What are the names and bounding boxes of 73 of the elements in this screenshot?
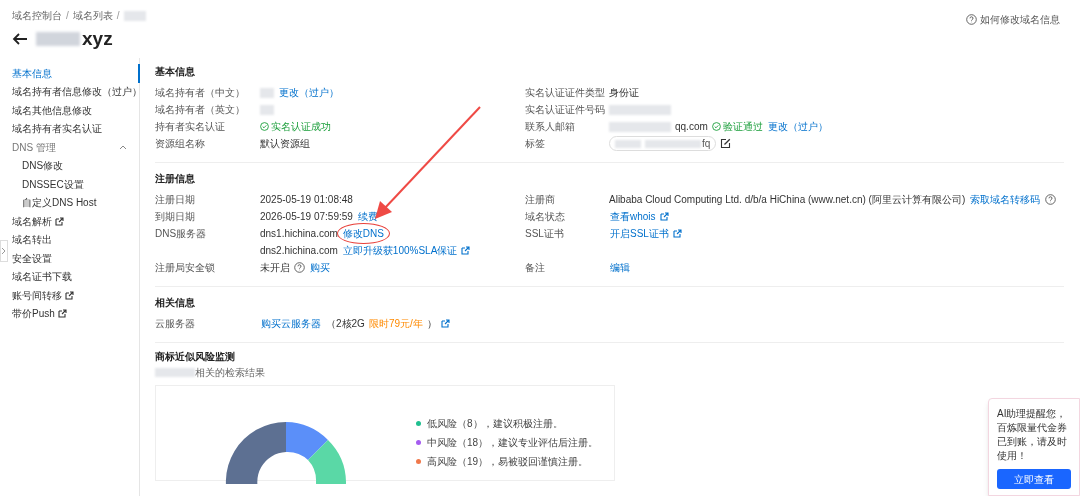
link[interactable]: 购买 [309, 260, 331, 275]
value-text: ） [426, 317, 437, 331]
field-label: 域名持有者（中文） [155, 86, 245, 100]
sidebar-item[interactable]: 基本信息 [12, 65, 52, 81]
field-label: DNS服务器 [155, 227, 207, 241]
notice-text: AI助理提醒您，百炼限量代金券已到账，请及时使用！ [997, 407, 1068, 463]
link[interactable]: 索取域名转移码 [969, 192, 1042, 207]
sidebar-item[interactable]: 域名其他信息修改 [12, 102, 92, 118]
value-text: （2核2G [326, 317, 365, 331]
sidebar-item[interactable]: DNSSEC设置 [22, 176, 84, 192]
breadcrumb-separator: / [116, 9, 120, 23]
value-text: dns1.hichina.com [260, 227, 338, 241]
link[interactable]: 续费 [356, 209, 379, 224]
value-text: Alibaba Cloud Computing Ltd. d/b/a HiChina (www.net.cn) (阿里云计算有限公司) [609, 193, 966, 207]
link[interactable]: 更改（过户） [278, 85, 340, 100]
link[interactable]: 立即升级获100%SLA保证 [341, 243, 459, 258]
sidebar-item[interactable]: 域名持有者实名认证 [12, 121, 102, 137]
field-label: 注册日期 [155, 193, 195, 207]
sidebar-item[interactable]: DNS 管理 [12, 139, 56, 155]
field-label: 实名认证证件号码 [525, 103, 605, 117]
legend-text: 高风险（19），易被驳回谨慎注册。 [427, 455, 589, 469]
view-now-button[interactable]: 立即查看 [997, 469, 1071, 489]
value-text: 未开启 [260, 261, 290, 275]
sidebar-item[interactable]: 域名解析 [12, 213, 52, 229]
field-label: 实名认证证件类型 [525, 86, 605, 100]
field-label: 域名持有者（英文） [155, 103, 245, 117]
section-title: 基本信息 [155, 65, 196, 78]
legend-text: 中风险（18），建议专业评估后注册。 [427, 436, 599, 450]
section-title: 商标近似风险监测 [155, 350, 236, 363]
sidebar-item[interactable]: 域名持有者信息修改（过户） [12, 84, 142, 100]
value-text: 默认资源组 [260, 137, 310, 151]
breadcrumb-link[interactable]: 域名控制台 [12, 8, 62, 23]
sidebar-item[interactable]: 账号间转移 [12, 287, 62, 303]
status-text: 实名认证成功 [271, 120, 331, 134]
sidebar-item[interactable]: 域名转出 [12, 232, 52, 248]
value-text: 2026-05-19 07:59:59 [260, 210, 353, 224]
sidebar-item[interactable]: 域名证书下载 [12, 269, 72, 285]
page-title: xyz [82, 29, 113, 48]
subtitle-text: 相关的检索结果 [195, 365, 265, 380]
link[interactable]: 修改DNS [341, 226, 385, 241]
link[interactable]: 购买云服务器 [260, 316, 322, 331]
value-text: 2025-05-19 01:08:48 [260, 193, 353, 207]
field-label: 联系人邮箱 [525, 120, 575, 134]
status-text: 验证通过 [722, 120, 763, 134]
sidebar-item[interactable]: 自定义DNS Host [22, 195, 97, 211]
field-label: 持有者实名认证 [155, 120, 225, 134]
link[interactable]: 开启SSL证书 [609, 226, 670, 241]
legend-text: 低风险（8），建议积极注册。 [427, 417, 563, 431]
help-link[interactable]: 如何修改域名信息 [980, 11, 1060, 27]
link[interactable]: 更改（过户） [766, 119, 829, 134]
sidebar-item[interactable]: 安全设置 [12, 250, 52, 266]
field-label: SSL证书 [525, 227, 564, 241]
field-label: 云服务器 [155, 317, 195, 331]
value-text: 身份证 [609, 86, 639, 100]
field-label: 资源组名称 [155, 137, 205, 151]
sidebar-item[interactable]: DNS修改 [22, 158, 64, 174]
field-label: 注册局安全锁 [155, 261, 215, 275]
value-text: dns2.hichina.com [260, 244, 338, 258]
field-label: 备注 [525, 261, 545, 275]
breadcrumb-link[interactable]: 域名列表 [72, 8, 113, 23]
tag-text: fq [702, 137, 711, 151]
section-title: 注册信息 [155, 172, 196, 185]
breadcrumb-separator: / [66, 9, 69, 23]
field-label: 域名状态 [525, 210, 565, 224]
field-label: 到期日期 [155, 210, 195, 224]
value-text: qq.com [675, 120, 708, 134]
field-label: 注册商 [525, 193, 555, 207]
link[interactable]: 编辑 [609, 260, 631, 275]
sidebar-item[interactable]: 带价Push [12, 306, 55, 322]
section-title: 相关信息 [155, 296, 196, 309]
link[interactable]: 查看whois [609, 209, 657, 224]
promo-text: 限时79元/年 [368, 317, 423, 331]
field-label: 标签 [525, 137, 545, 151]
